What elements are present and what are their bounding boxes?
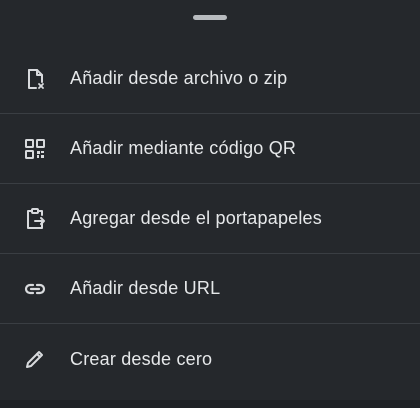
menu-item-add-from-file[interactable]: Añadir desde archivo o zip	[0, 44, 420, 114]
screen-bottom-edge	[0, 400, 420, 408]
menu-item-label: Añadir desde URL	[70, 278, 221, 298]
menu-item-create-from-scratch[interactable]: Crear desde cero	[0, 324, 420, 394]
bottom-sheet: Añadir desde archivo o zip Añadir median…	[0, 0, 420, 400]
clipboard-arrow-icon	[22, 206, 48, 232]
menu-item-label: Añadir mediante código QR	[70, 138, 297, 158]
menu-item-label: Agregar desde el portapapeles	[70, 208, 322, 228]
menu-item-label: Crear desde cero	[70, 348, 213, 369]
menu-item-add-from-clipboard[interactable]: Agregar desde el portapapeles	[0, 184, 420, 254]
pencil-icon	[22, 346, 48, 372]
file-import-icon	[22, 66, 48, 92]
menu-item-label: Añadir desde archivo o zip	[70, 68, 288, 88]
add-options-menu: Añadir desde archivo o zip Añadir median…	[0, 44, 420, 394]
link-icon	[22, 276, 48, 302]
menu-item-add-from-url[interactable]: Añadir desde URL	[0, 254, 420, 324]
menu-item-add-from-qr[interactable]: Añadir mediante código QR	[0, 114, 420, 184]
drag-handle[interactable]	[193, 15, 227, 20]
qr-code-icon	[22, 136, 48, 162]
